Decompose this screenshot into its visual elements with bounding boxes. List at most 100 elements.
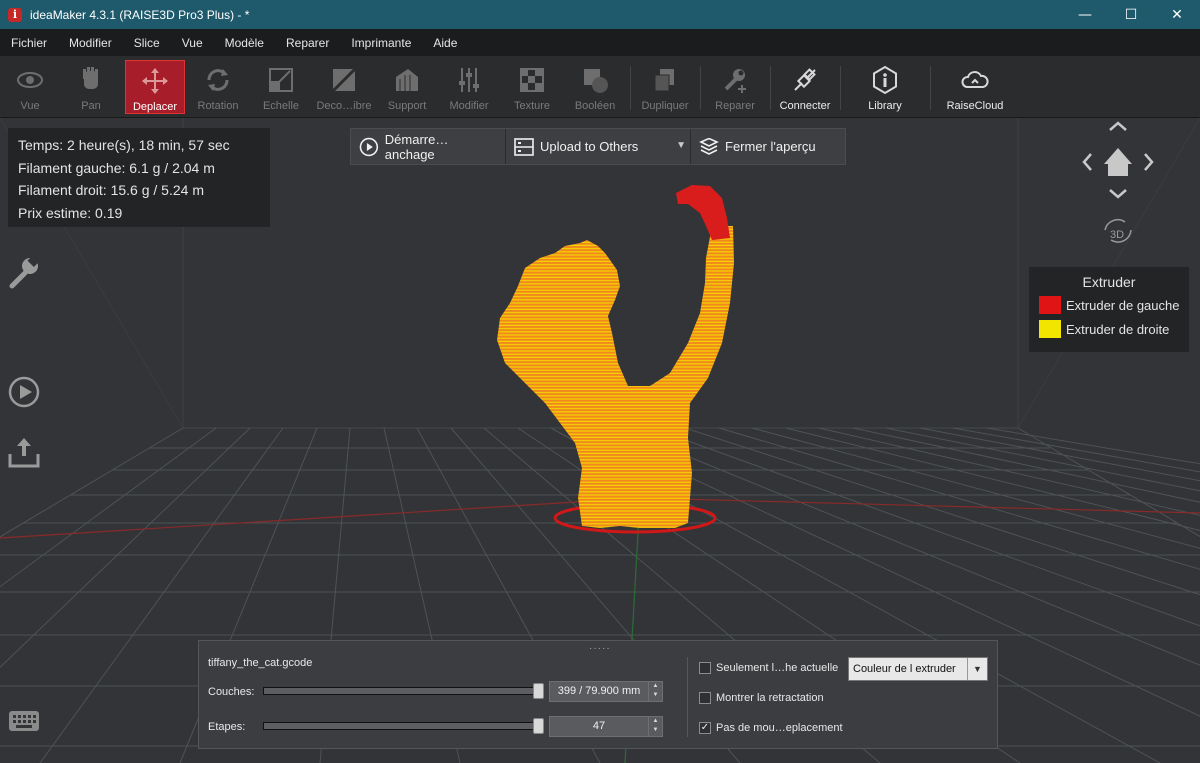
tool-support[interactable]: Support <box>377 60 437 114</box>
sliders-icon <box>459 68 479 92</box>
rotate-icon <box>207 69 229 91</box>
checkbox-box[interactable] <box>699 662 711 674</box>
tool-label: Modifier <box>449 100 489 112</box>
toolbar: Vue Pan Deplacer Rotation Echelle Deco…i… <box>0 56 1200 118</box>
show-retraction-checkbox[interactable]: Montrer la retractation <box>699 692 824 704</box>
tool-vue[interactable]: Vue <box>0 60 60 114</box>
cat-model[interactable] <box>497 185 734 528</box>
upload-to-others-button[interactable]: Upload to Others ▼ <box>506 129 691 164</box>
no-travel-checkbox[interactable]: ✓ Pas de mou…eplacement <box>699 722 843 734</box>
steps-value: 47 <box>592 720 606 732</box>
extruder-legend: Extruder Extruder de gauche Extruder de … <box>1029 267 1189 352</box>
tool-dupliquer[interactable]: Dupliquer <box>635 60 695 114</box>
play-circle-icon[interactable] <box>6 374 42 410</box>
estimated-price: Prix estime: 0.19 <box>18 204 123 221</box>
connect-plug-icon <box>794 68 816 91</box>
spinbox-arrows-icon[interactable]: ▲ ▼ <box>648 682 662 701</box>
panel-grip[interactable]: ····· <box>589 643 611 654</box>
app-logo-icon: i <box>8 7 22 22</box>
keyboard-icon[interactable] <box>8 710 40 732</box>
layers-value: 399 / 79.900 mm <box>557 685 641 697</box>
duplicate-icon <box>654 69 674 92</box>
layer-preview-panel: ····· tiffany_the_cat.gcode Couches: 399… <box>198 640 998 749</box>
chevron-down-icon[interactable]: ▼ <box>676 140 686 151</box>
tool-library[interactable]: Library <box>855 60 915 114</box>
menu-reparer[interactable]: Reparer <box>286 36 329 50</box>
play-circle-icon <box>359 137 379 156</box>
tool-label: Reparer <box>715 100 755 112</box>
menu-modele[interactable]: Modèle <box>225 36 264 50</box>
wrench-plus-icon <box>724 69 746 93</box>
nav-right-icon[interactable] <box>1144 153 1154 171</box>
right-extruder-swatch <box>1039 320 1061 338</box>
tool-rotation[interactable]: Rotation <box>188 60 248 114</box>
3d-viewport[interactable]: Temps: 2 heure(s), 18 min, 57 sec Filame… <box>0 118 1200 763</box>
home-icon[interactable] <box>1104 148 1132 176</box>
tool-label: Dupliquer <box>641 100 689 112</box>
layers-slider-handle[interactable] <box>533 683 544 699</box>
toolbar-separator <box>630 66 631 110</box>
menu-fichier[interactable]: Fichier <box>11 36 47 50</box>
camera-navigation: 3D <box>1082 121 1154 243</box>
tool-pan[interactable]: Pan <box>61 60 121 114</box>
checkbox-box[interactable]: ✓ <box>699 722 711 734</box>
chevron-down-icon[interactable]: ▼ <box>967 658 987 680</box>
tool-label: Echelle <box>262 100 300 112</box>
checkbox-box[interactable] <box>699 692 711 704</box>
menu-slice[interactable]: Slice <box>134 36 160 50</box>
layers-label: Couches: <box>208 686 255 698</box>
steps-spinbox[interactable]: 47 ▲ ▼ <box>549 716 663 737</box>
tool-label: Booléen <box>574 100 616 112</box>
maximize-button[interactable]: ☐ <box>1108 0 1154 29</box>
tool-deplacer[interactable]: Deplacer <box>125 60 185 114</box>
only-current-layer-checkbox[interactable]: Seulement l…he actuelle <box>699 662 838 674</box>
tool-label: Support <box>387 100 427 112</box>
tool-booleen[interactable]: Booléen <box>565 60 625 114</box>
menu-modifier[interactable]: Modifier <box>69 36 112 50</box>
button-label: Upload to Others <box>540 139 639 154</box>
toolbar-separator <box>930 66 931 110</box>
button-label: Démarre…anchage <box>384 131 449 162</box>
3d-view-icon[interactable]: 3D <box>1104 219 1132 243</box>
tool-modifier[interactable]: Modifier <box>439 60 499 114</box>
menu-vue[interactable]: Vue <box>182 36 203 50</box>
spinbox-arrows-icon[interactable]: ▲ ▼ <box>648 717 662 736</box>
layers-icon <box>699 137 719 155</box>
close-preview-button[interactable]: Fermer l'aperçu <box>691 129 824 164</box>
tool-raisecloud[interactable]: RaiseCloud <box>945 60 1005 114</box>
menu-imprimante[interactable]: Imprimante <box>351 36 411 50</box>
upload-icon[interactable] <box>6 434 42 470</box>
wrench-icon[interactable] <box>6 254 42 290</box>
nav-down-icon[interactable] <box>1109 189 1127 199</box>
nav-left-icon[interactable] <box>1082 153 1092 171</box>
legend-item-right: Extruder de droite <box>1039 320 1189 338</box>
menu-aide[interactable]: Aide <box>433 36 457 50</box>
checker-icon <box>520 68 544 92</box>
upload-list-icon <box>514 137 534 156</box>
tool-label: Connecter <box>779 100 831 112</box>
tool-echelle[interactable]: Echelle <box>251 60 311 114</box>
minimize-button[interactable]: — <box>1062 0 1108 29</box>
left-filament: Filament gauche: 6.1 g / 2.04 m <box>18 159 215 176</box>
toolbar-separator <box>700 66 701 110</box>
layers-spinbox[interactable]: 399 / 79.900 mm ▲ ▼ <box>549 681 663 702</box>
tool-decoupe[interactable]: Deco…ibre <box>314 60 374 114</box>
panel-divider <box>687 657 688 737</box>
move-arrows-icon <box>142 68 168 94</box>
menu-bar: Fichier Modifier Slice Vue Modèle Repare… <box>0 29 1200 56</box>
tool-connecter[interactable]: Connecter <box>775 60 835 114</box>
layers-slider-fill <box>264 688 540 694</box>
support-icon <box>396 69 418 91</box>
steps-slider[interactable] <box>263 722 541 730</box>
right-filament: Filament droit: 15.6 g / 5.24 m <box>18 182 204 198</box>
nav-up-icon[interactable] <box>1109 121 1127 131</box>
tool-texture[interactable]: Texture <box>502 60 562 114</box>
close-button[interactable]: ✕ <box>1154 0 1200 29</box>
layers-slider[interactable] <box>263 687 541 695</box>
legend-item-left: Extruder de gauche <box>1039 296 1189 314</box>
button-label: Fermer l'aperçu <box>725 139 816 154</box>
tool-reparer[interactable]: Reparer <box>705 60 765 114</box>
start-slicing-button[interactable]: Démarre…anchage <box>351 129 506 164</box>
color-mode-select[interactable]: Couleur de l extruder ▼ <box>848 657 988 681</box>
steps-slider-handle[interactable] <box>533 718 544 734</box>
